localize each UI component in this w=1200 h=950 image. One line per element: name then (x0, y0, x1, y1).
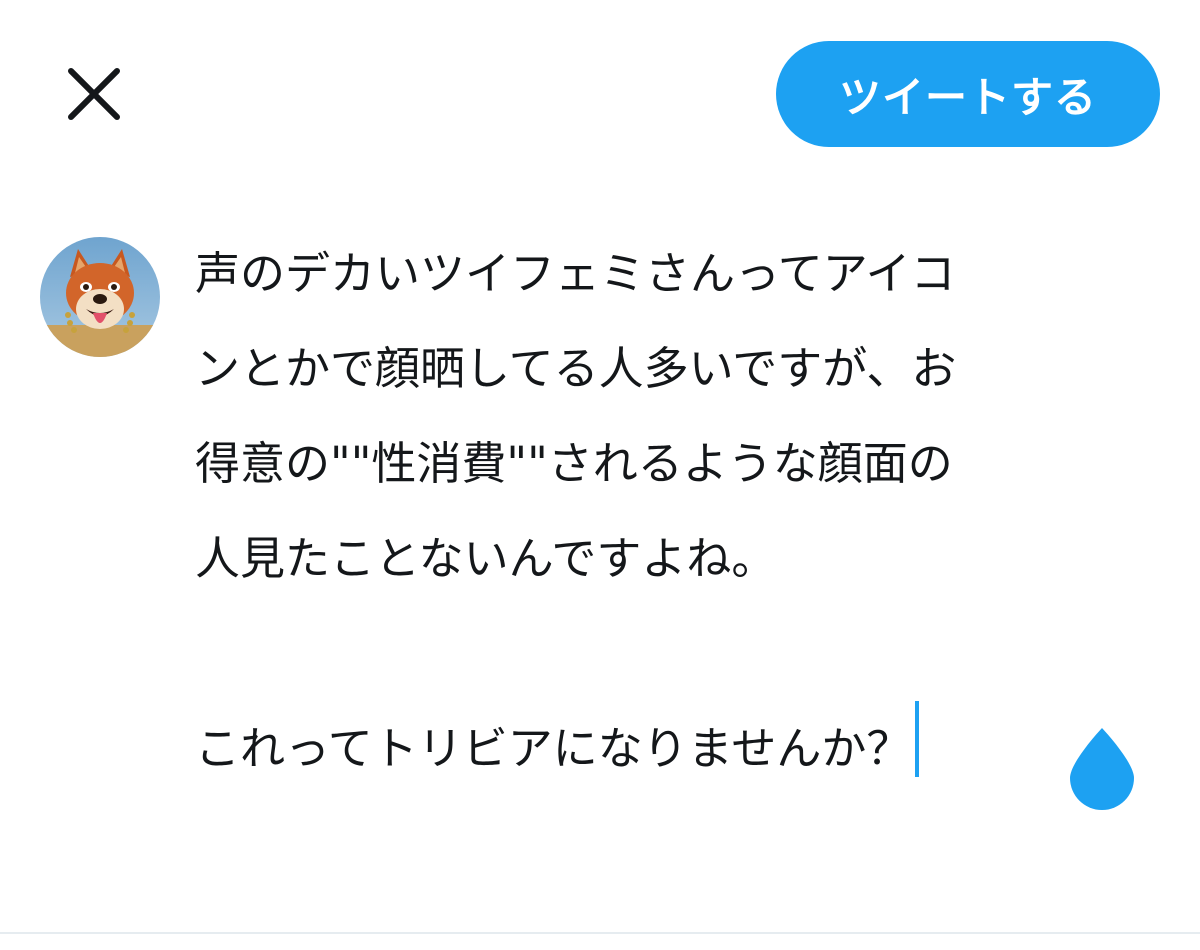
tweet-text-input[interactable]: 声のデカいツイフェミさんってアイコ ンとかで顔晒してる人多いですが、お 得意の"… (195, 226, 1175, 786)
text-caret (915, 701, 920, 777)
close-button[interactable] (48, 48, 140, 140)
tweet-button[interactable]: ツイートする (776, 41, 1160, 147)
cursor-handle-icon (1070, 728, 1134, 810)
tweet-text-line: ンとかで顔晒してる人多いですが、お (195, 342, 957, 395)
tweet-text-line: これってトリビアになりませんか？ (195, 722, 912, 775)
text-caret-wrap (911, 701, 920, 796)
tweet-text-line: 得意の""性消費""されるような顔面の (195, 437, 953, 490)
avatar[interactable] (40, 237, 160, 357)
shiba-dog-avatar-icon (40, 237, 160, 357)
tweet-text-line: 人見たことないんですよね。 (195, 532, 777, 585)
text-cursor-handle[interactable] (1066, 726, 1138, 810)
tweet-text-last-line: これってトリビアになりませんか？ (195, 701, 1175, 796)
tweet-text-line: 声のデカいツイフェミさんってアイコ (195, 247, 956, 300)
bottom-divider (0, 932, 1200, 934)
close-icon (68, 68, 120, 120)
